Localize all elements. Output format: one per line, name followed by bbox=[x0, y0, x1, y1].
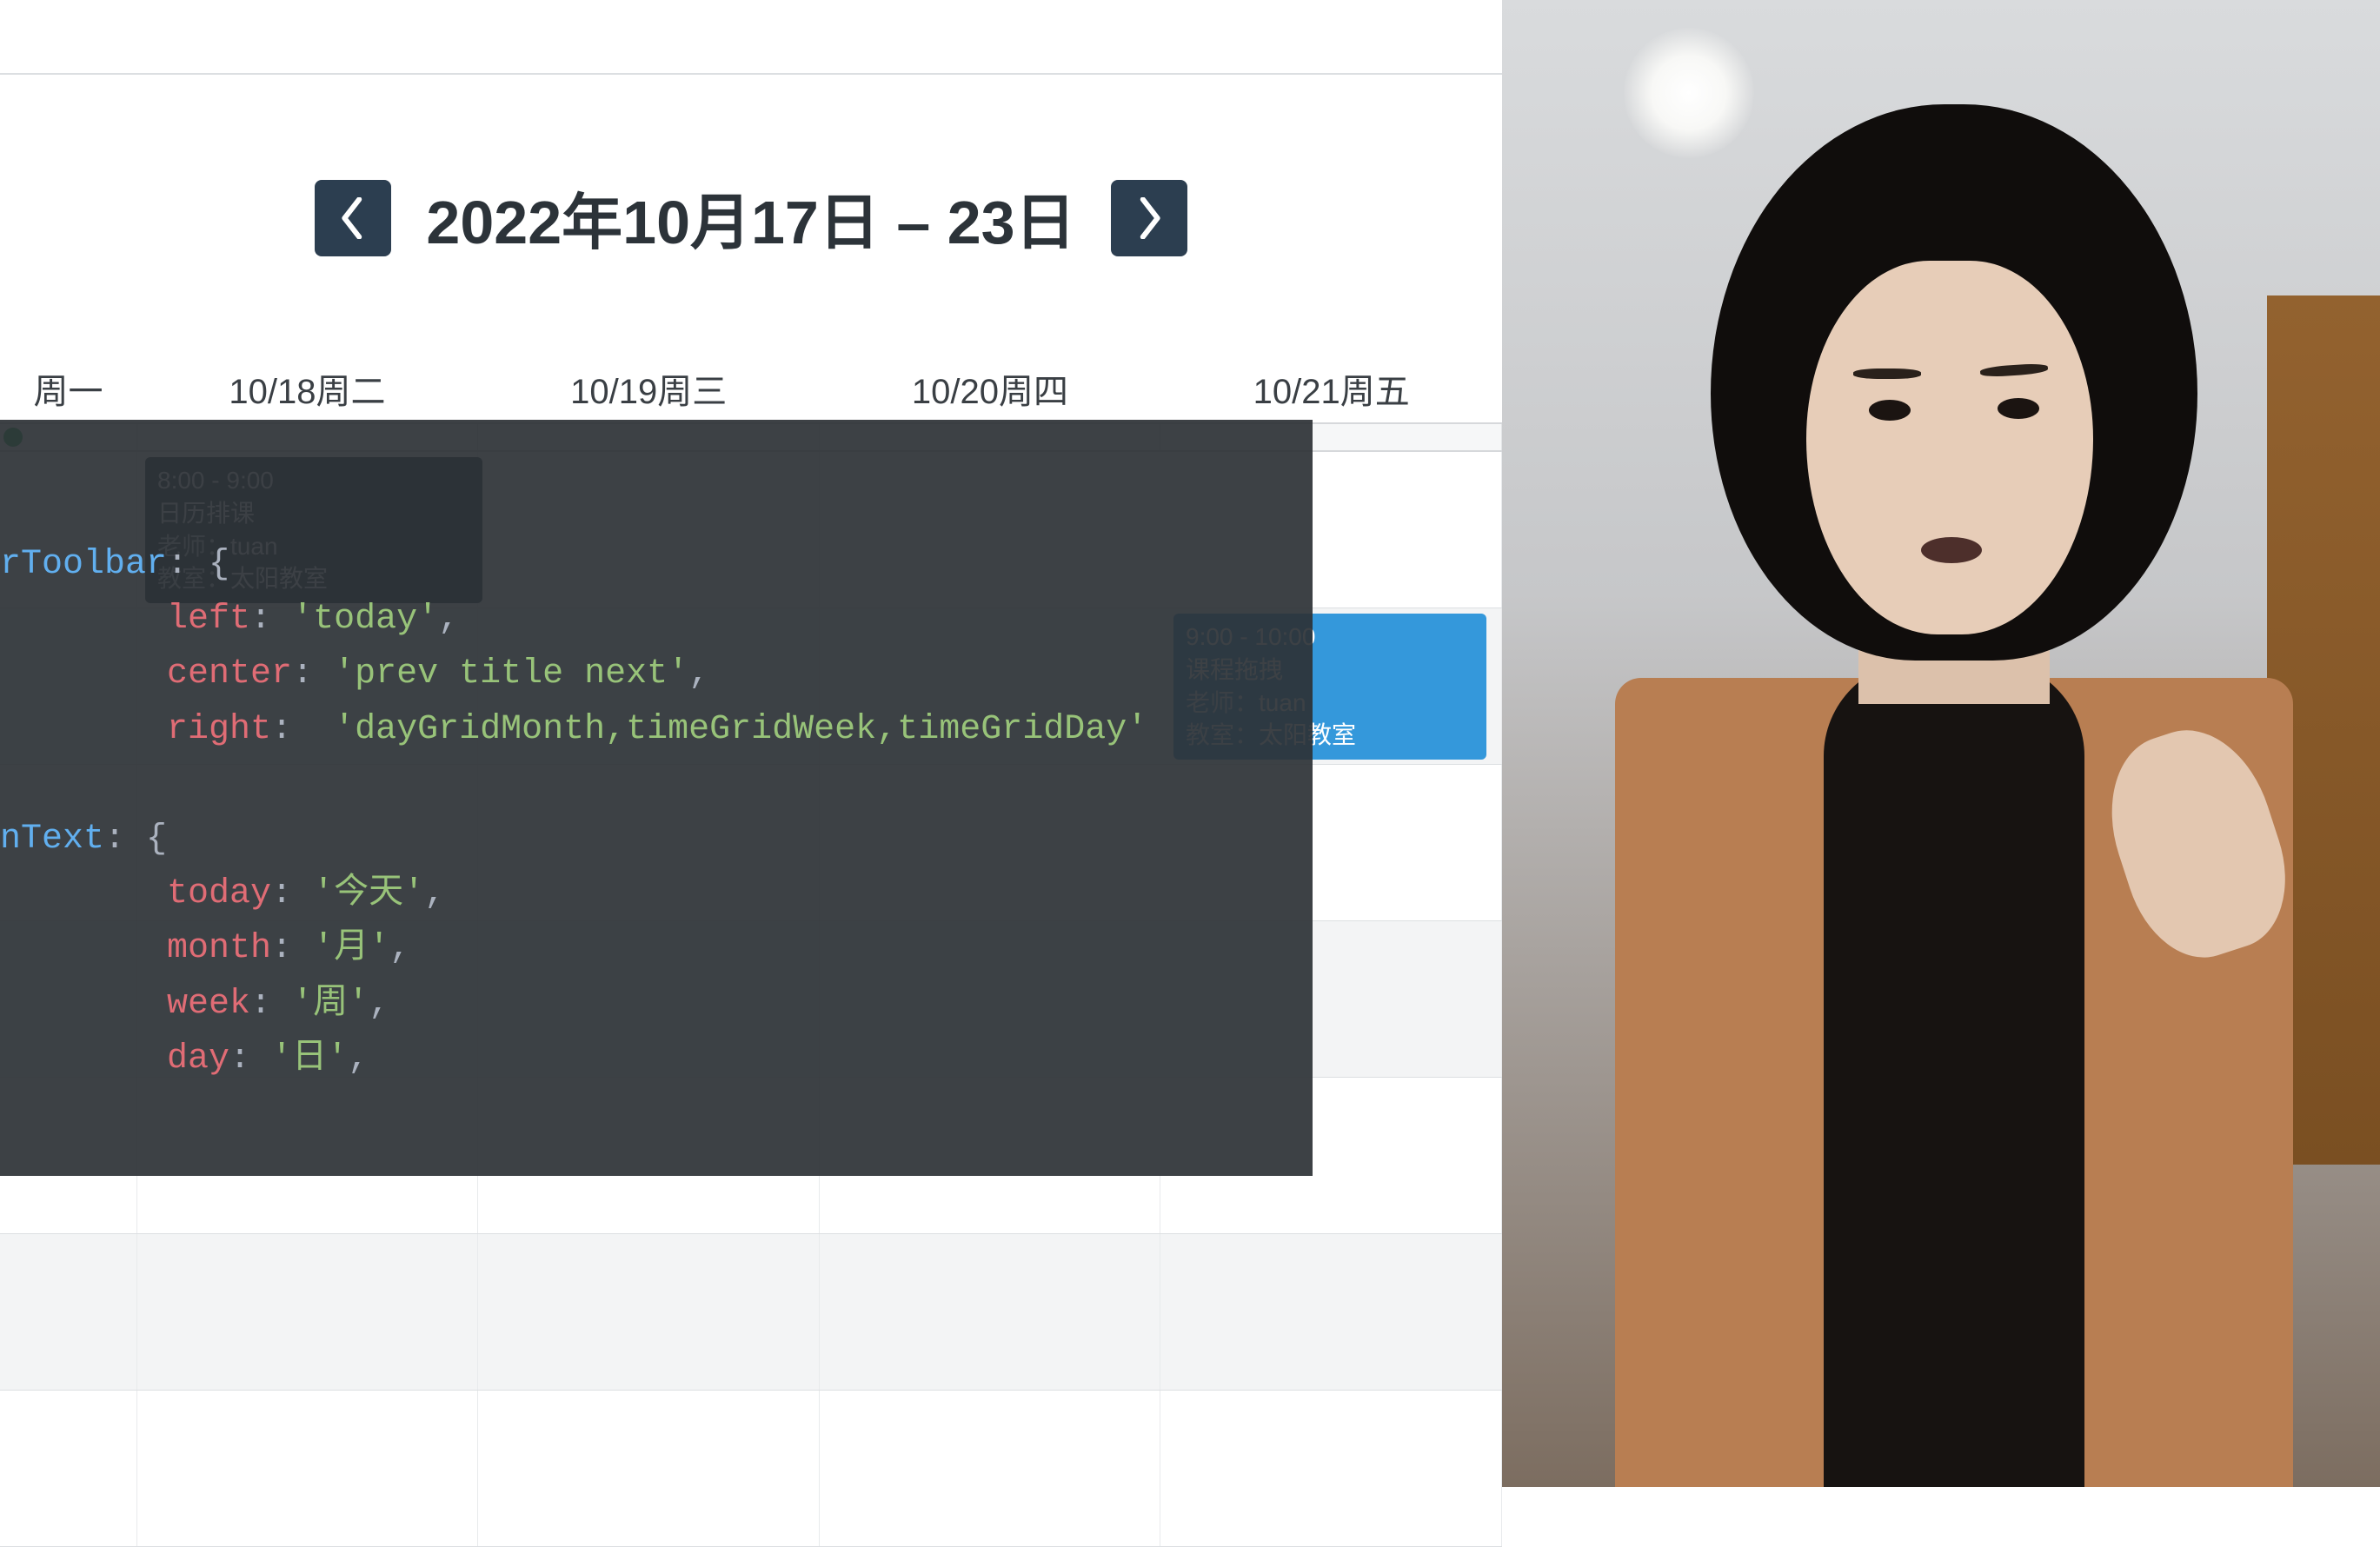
mouth bbox=[1921, 537, 1982, 563]
day-header-thu: 10/20周四 bbox=[820, 355, 1161, 422]
day-header-fri: 10/21周五 bbox=[1160, 355, 1502, 422]
code-token: '今天' bbox=[313, 874, 424, 913]
code-token: : { bbox=[167, 545, 229, 584]
face bbox=[1806, 261, 2093, 634]
calendar-toolbar: 2022年10月17日 – 23日 bbox=[0, 174, 1502, 262]
code-token: left bbox=[167, 600, 250, 639]
day-header-mon: 周一 bbox=[0, 355, 136, 422]
code-token: '周' bbox=[292, 985, 369, 1024]
calendar-title: 2022年10月17日 – 23日 bbox=[426, 174, 1075, 262]
chevron-left-icon bbox=[340, 197, 366, 239]
day-header-wed: 10/19周三 bbox=[478, 355, 820, 422]
code-token: rToolbar bbox=[0, 545, 167, 584]
chevron-right-icon bbox=[1136, 197, 1162, 239]
code-token: 'today' bbox=[292, 600, 438, 639]
webcam-panel bbox=[1502, 0, 2380, 1487]
day-header-tue: 10/18周二 bbox=[136, 355, 478, 422]
eye bbox=[1998, 398, 2039, 419]
prev-button[interactable] bbox=[315, 180, 391, 256]
code-token: nText bbox=[0, 820, 104, 859]
code-token: week bbox=[167, 985, 250, 1024]
code-token: : { bbox=[104, 820, 167, 859]
code-token: month bbox=[167, 929, 271, 968]
day-header-row: 周一 10/18周二 10/19周三 10/20周四 10/21周五 bbox=[0, 355, 1502, 424]
code-token: '月' bbox=[313, 929, 389, 968]
code-token: 'dayGridMonth,timeGridWeek,timeGridDay' bbox=[334, 710, 1147, 749]
next-button[interactable] bbox=[1111, 180, 1187, 256]
calendar-pane: 2022年10月17日 – 23日 周一 10/18周二 10/19周三 10/… bbox=[0, 0, 1502, 1487]
code-token: 'prev title next' bbox=[334, 654, 688, 694]
code-token: right bbox=[167, 710, 271, 749]
undershirt bbox=[1824, 661, 2084, 1487]
divider bbox=[0, 73, 1502, 75]
code-token: center bbox=[167, 654, 292, 694]
eye bbox=[1869, 400, 1911, 421]
person bbox=[1546, 104, 2328, 1487]
eyebrow bbox=[1853, 368, 1921, 379]
code-token: day bbox=[167, 1039, 229, 1079]
code-token: today bbox=[167, 874, 271, 913]
code-token: '日' bbox=[271, 1039, 348, 1079]
code-overlay: rToolbar: { left: 'today', center: 'prev… bbox=[0, 420, 1313, 1176]
